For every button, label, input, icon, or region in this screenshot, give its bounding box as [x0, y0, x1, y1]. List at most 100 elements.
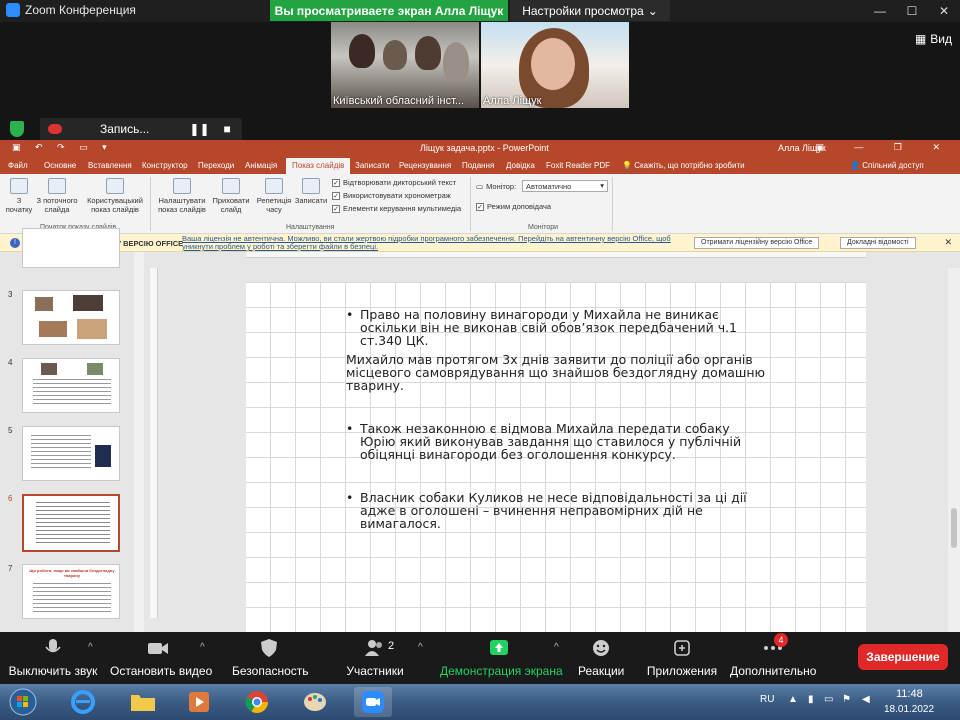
media-controls-checkbox[interactable]: ✓ Елементи керування мультимедіа	[332, 204, 461, 213]
windows-logo-icon	[9, 688, 37, 716]
power-icon[interactable]: ▭	[824, 694, 833, 705]
slide-textbox[interactable]: Право на половину винагороди у Михайла н…	[346, 308, 766, 530]
notification-flag-icon[interactable]: ⚑	[842, 694, 851, 705]
participant-tile[interactable]: Київський обласний інст...	[331, 22, 479, 108]
tab-design[interactable]: Конструктор	[142, 161, 188, 170]
clock-date[interactable]: 18.01.2022	[884, 704, 934, 715]
share-button[interactable]: 👤 Спільний доступ	[850, 161, 924, 170]
tab-view[interactable]: Подання	[462, 161, 494, 170]
thumb-photo	[35, 297, 53, 311]
tab-animations[interactable]: Анімація	[245, 161, 277, 170]
media-player-icon[interactable]	[180, 687, 218, 717]
more-button[interactable]: Дополнительно	[730, 638, 816, 678]
share-label: Спільний доступ	[862, 161, 924, 170]
setup-show-label: Налаштувати показ слайдів	[158, 196, 206, 214]
language-indicator[interactable]: RU	[760, 694, 774, 705]
monitor-icon: ▭	[476, 182, 484, 191]
ribbon-tabs: Файл Основне Вставлення Конструктор Пере…	[0, 156, 960, 174]
hide-slide-button[interactable]: Приховати слайд	[210, 178, 252, 214]
participant-tile[interactable]: Алла Ліщук	[481, 22, 629, 108]
zoom-logo-icon	[6, 3, 20, 17]
close-icon[interactable]: ✕	[944, 237, 952, 248]
thumb-title: Що робити, якщо ви знайшли бездоглядну т…	[29, 568, 115, 578]
participant-figure	[383, 40, 407, 70]
tab-help[interactable]: Довідка	[506, 161, 535, 170]
chevron-up-icon[interactable]: ^	[88, 642, 93, 653]
security-button[interactable]: Безопасность	[232, 638, 309, 678]
paint-icon[interactable]	[296, 687, 334, 717]
thumbnail-pane[interactable]: 3 4 5 6 7 Що робити, якщо ви знайшли без…	[0, 228, 134, 632]
scrollbar-thumb[interactable]	[951, 508, 957, 548]
from-start-button[interactable]: З початку	[4, 178, 34, 214]
stop-video-label: Остановить видео	[110, 664, 213, 678]
presenter-view-checkbox[interactable]: ✓ Режим доповідача	[476, 202, 551, 211]
tray-arrow-icon[interactable]: ▲	[788, 694, 798, 705]
record-button[interactable]: Записати	[294, 178, 328, 205]
play-narrations-checkbox[interactable]: ✓ Відтворювати дикторський текст	[332, 178, 456, 187]
network-icon[interactable]: ▮	[808, 694, 814, 705]
ie-icon[interactable]	[64, 687, 102, 717]
shield-icon[interactable]	[10, 121, 24, 137]
close-icon[interactable]: ✕	[928, 0, 960, 22]
tab-slideshow[interactable]: Показ слайдів	[286, 158, 351, 174]
custom-show-button[interactable]: Користувацький показ слайдів	[82, 178, 148, 214]
setup-show-button[interactable]: Налаштувати показ слайдів	[156, 178, 208, 214]
participant-figure	[443, 42, 469, 82]
mute-button[interactable]: Выключить звук ^	[8, 638, 98, 678]
security-label: Безопасность	[232, 664, 309, 678]
pause-icon[interactable]: ❚❚	[189, 122, 209, 136]
view-options-label: Настройки просмотра	[522, 3, 644, 18]
apps-label: Приложения	[646, 664, 718, 678]
volume-icon[interactable]: ◀	[862, 694, 870, 705]
ppt-window-controls[interactable]: ▣ — ❐ ✕	[815, 142, 954, 153]
view-button[interactable]: ▦ Вид	[915, 32, 952, 46]
slide-scrollbar[interactable]	[948, 268, 960, 632]
tab-file[interactable]: Файл	[8, 161, 28, 170]
from-current-button[interactable]: З поточного слайда	[34, 178, 80, 214]
view-button-label: Вид	[930, 32, 952, 46]
participants-label: Участники	[346, 664, 404, 678]
reactions-button[interactable]: Реакции	[578, 638, 624, 678]
clock-time[interactable]: 11:48	[896, 688, 923, 700]
tab-foxit[interactable]: Foxit Reader PDF	[546, 161, 610, 170]
use-timings-checkbox[interactable]: ✓ Використовувати хронометраж	[332, 191, 451, 200]
horizontal-ruler	[246, 252, 866, 258]
rehearse-label: Репетиція часу	[256, 196, 292, 214]
tab-insert[interactable]: Вставлення	[88, 161, 132, 170]
thumbnail-scrollbar[interactable]	[134, 252, 144, 632]
group-setup-label: Налаштування	[286, 224, 335, 231]
tab-record[interactable]: Записати	[355, 161, 390, 170]
stop-icon[interactable]: ■	[224, 122, 231, 136]
record-icon	[302, 178, 320, 194]
thumbnail-image: Що робити, якщо ви знайшли бездоглядну т…	[22, 564, 120, 619]
license-message-link[interactable]: Ваша ліцензія не автентична. Можливо, ви…	[182, 235, 682, 251]
chrome-icon[interactable]	[238, 687, 276, 717]
tab-review[interactable]: Рецензування	[399, 161, 451, 170]
apps-button[interactable]: Приложения	[646, 638, 718, 678]
end-meeting-button[interactable]: Завершение	[858, 644, 948, 670]
tell-me-box[interactable]: 💡 Скажіть, що потрібно зробити	[622, 161, 745, 170]
minimize-icon[interactable]: —	[864, 0, 896, 22]
chevron-up-icon[interactable]: ^	[200, 642, 205, 653]
chevron-up-icon[interactable]: ^	[554, 642, 559, 653]
details-button[interactable]: Докладні відомості	[840, 237, 916, 249]
monitor-select[interactable]: Автоматично ▾	[522, 180, 608, 192]
quick-access-toolbar[interactable]: ▣ ↶ ↷ ▭ ▾	[12, 142, 113, 153]
start-button[interactable]	[4, 687, 42, 717]
stop-video-button[interactable]: Остановить видео ^	[110, 638, 212, 678]
ribbon-separator	[470, 177, 471, 231]
monitor-label: ▭ Монітор:	[476, 182, 516, 191]
get-license-button[interactable]: Отримати ліцензійну версію Office	[694, 237, 820, 249]
chevron-up-icon[interactable]: ^	[418, 642, 423, 653]
maximize-icon[interactable]: ☐	[896, 0, 928, 22]
rehearse-button[interactable]: Репетиція часу	[254, 178, 294, 214]
slide-canvas[interactable]: Право на половину винагороди у Михайла н…	[246, 282, 866, 632]
tab-transitions[interactable]: Переходи	[198, 161, 234, 170]
folder-icon[interactable]	[124, 687, 162, 717]
tab-home[interactable]: Основне	[44, 161, 76, 170]
app-title: Zoom Конференция	[6, 3, 136, 17]
participants-button[interactable]: Участники 2 ^	[344, 638, 423, 678]
view-options-button[interactable]: Настройки просмотра ⌄	[510, 0, 670, 21]
zoom-taskbar-icon[interactable]	[354, 687, 392, 717]
share-screen-button[interactable]: Демонстрация экрана ^	[440, 638, 563, 678]
